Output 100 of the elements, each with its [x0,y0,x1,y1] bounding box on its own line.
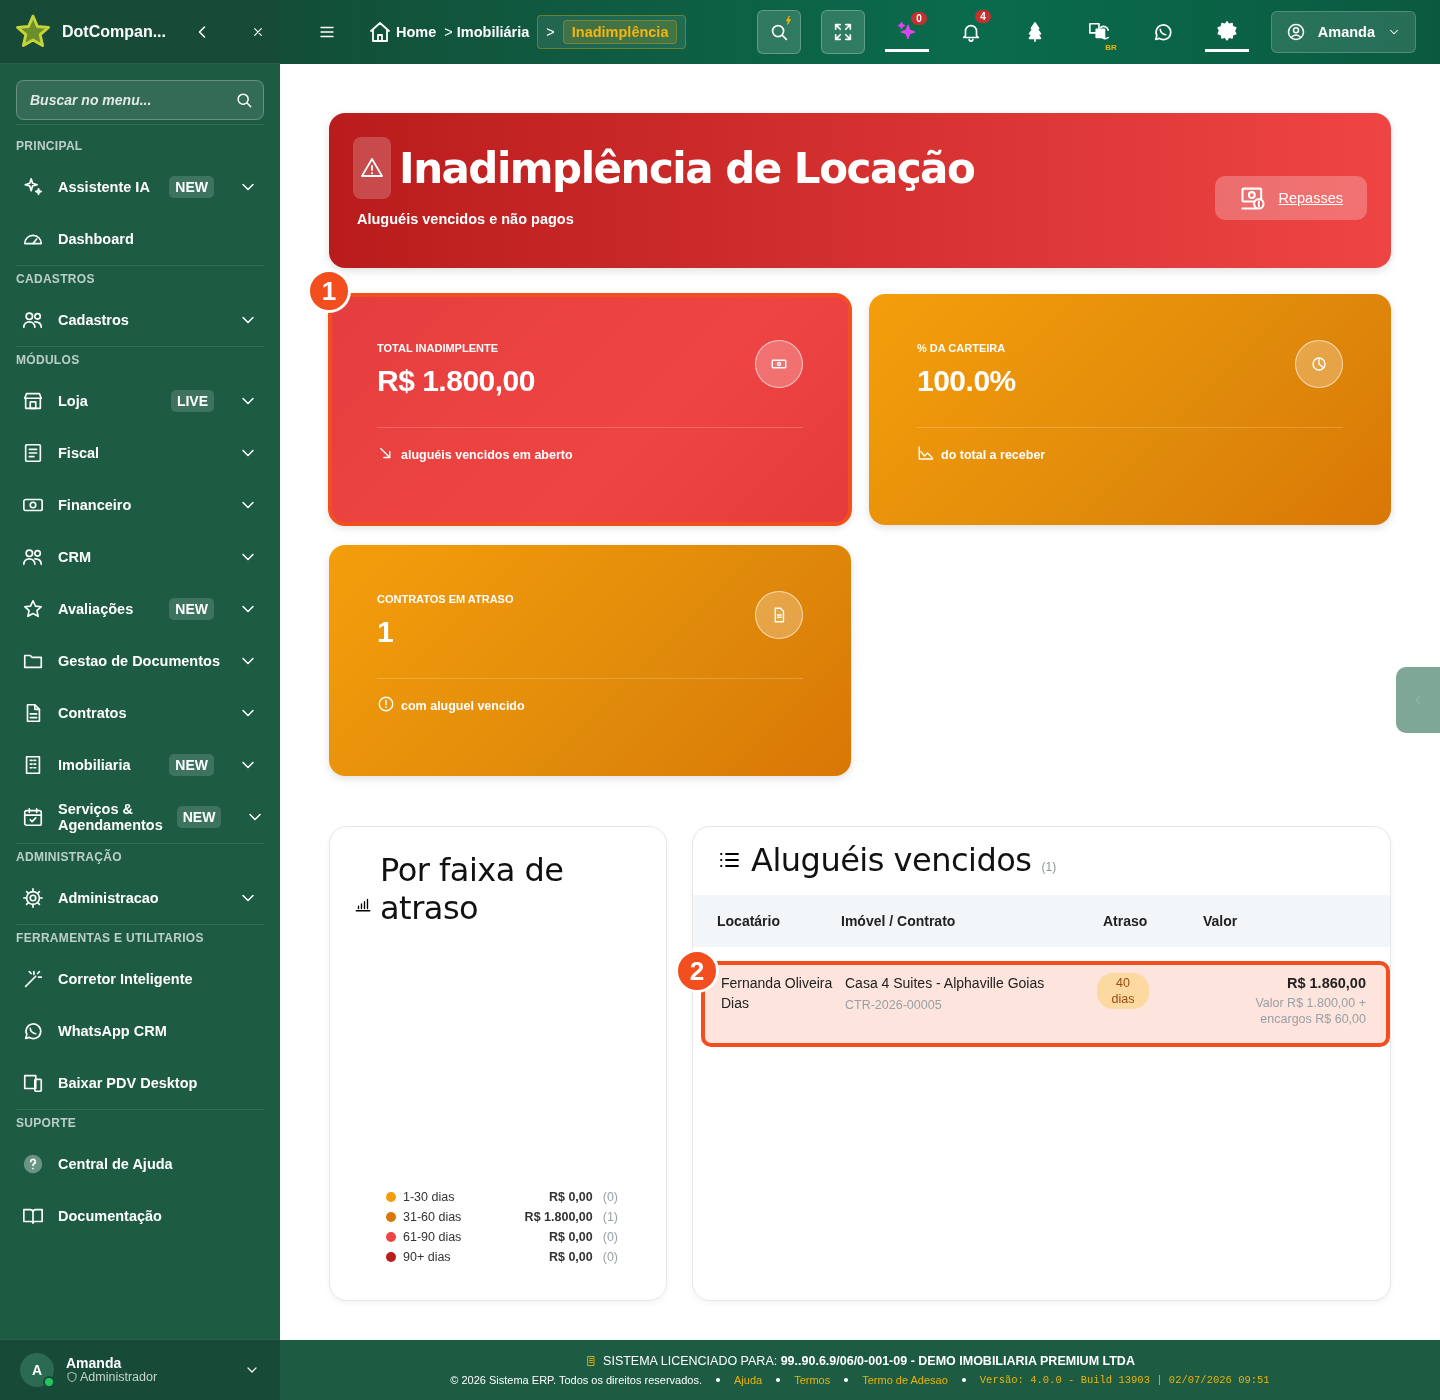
total-amount: R$ 1.860,00 [1287,974,1366,993]
stat-value: R$ 1.800,00 [377,364,535,398]
section-heading: SUPORTE [16,1116,78,1130]
menu-badge: NEW [169,598,214,620]
menu-badge: NEW [169,754,214,776]
store-icon [22,390,44,412]
legend-label: 31-60 dias [403,1210,463,1224]
menu-item[interactable]: Contratos [16,687,264,739]
stat-value: 1 [377,615,394,649]
menu-item[interactable]: Fiscal [16,427,264,479]
count-badge: 4 [975,10,991,23]
user-avatar: A [20,1353,54,1387]
copyright-text: © 2026 Sistema ERP. Todos os direitos reservados. [450,1374,702,1386]
user-panel[interactable]: A Amanda Administrador [0,1339,280,1400]
pie-chart-icon [1310,355,1328,373]
side-panel-toggle[interactable] [1396,667,1440,733]
warning-icon [353,137,391,199]
search-icon [234,90,254,110]
item-count: (1) [1041,860,1057,874]
legend-value: R$ 0,00 [548,1250,593,1264]
user-name: Amanda [66,1356,123,1370]
legend-count: (0) [602,1230,618,1244]
footer-link[interactable]: Termo de Adesao [862,1374,948,1386]
stat-label: CONTRATOS EM ATRASO [377,593,514,605]
breadcrumb-link[interactable]: > Inadimplência [537,15,687,49]
building-icon [585,1355,598,1367]
shield-icon [66,1371,78,1383]
menu-item[interactable]: Serviços & Agendamentos NEW [16,791,264,843]
language-code: BR [1105,43,1117,52]
legend-count: (0) [602,1190,618,1204]
user-circle-icon [1285,22,1306,42]
menu-item[interactable]: Avaliações NEW [16,583,264,635]
stat-label: TOTAL INADIMPLENTE [377,342,499,354]
legend-count: (1) [602,1210,618,1224]
delay-badge: 40 dias [1097,973,1149,1009]
column-header: Atraso [1103,913,1149,929]
menu-item[interactable]: Documentação [16,1190,264,1242]
section-heading: MÓDULOS [16,353,81,367]
menu-item[interactable]: Imobiliaria NEW [16,739,264,791]
section-heading: CADASTROS [16,272,96,286]
menu-item[interactable]: Cadastros [16,294,264,346]
legend-value: R$ 0,00 [548,1190,593,1204]
toolbar-button[interactable]: BR [1076,10,1121,54]
column-header: Valor [1203,913,1239,929]
users-icon [22,309,44,331]
legend-count: (0) [602,1250,618,1264]
user-menu-button[interactable]: Amanda [1270,11,1416,53]
legend-label: 90+ dias [403,1250,452,1264]
legend-value: R$ 0,00 [548,1230,593,1244]
brand-name: DotCompan... [62,22,167,41]
menu-item[interactable]: Financeiro [16,479,264,531]
stat-value: 100.0% [917,364,1016,398]
info-icon [377,695,395,713]
license-text: SISTEMA LICENCIADO PARA: 99..90.6.9/06/0-001-09 - DEMO IMOBILIARIA PREMIUM LTDA [603,1354,1135,1368]
footer-link[interactable]: Termos [794,1374,831,1386]
whatsapp-icon [22,1020,44,1042]
line-chart-icon [917,444,935,462]
online-status-icon [43,1376,55,1388]
star-icon [22,598,44,620]
toolbar-button[interactable]: 0 [884,12,929,52]
panel-title: Por faixa de atraso [380,851,565,927]
toolbar-button[interactable] [820,10,865,54]
menu-item[interactable]: Baixar PDV Desktop [16,1057,264,1109]
column-header: Imóvel / Contrato [841,913,957,929]
users-icon [22,546,44,568]
contract-code: CTR-2026-00005 [845,997,943,1014]
footer-link[interactable]: Ajuda [734,1374,763,1386]
toolbar-button[interactable]: 4 [948,10,993,54]
section-heading: FERRAMENTAS E UTILITARIOS [16,931,205,945]
stat-note: com aluguel vencido [401,699,525,713]
legend-label: 1-30 dias [403,1190,456,1204]
menu-item[interactable]: Central de Ajuda [16,1138,264,1190]
devices-icon [22,1072,44,1094]
menu-item[interactable]: WhatsApp CRM [16,1005,264,1057]
breadcrumb-link[interactable]: > Imobiliária [444,20,530,44]
breadcrumb-link[interactable]: Home [368,16,437,48]
calendar-check-icon [22,806,44,828]
stat-label: % DA CARTEIRA [917,342,1007,354]
column-header: Locatário [717,913,781,929]
menu-item[interactable]: Corretor Inteligente [16,953,264,1005]
version-text: Versão: 4.0.0 - Build 13903 | 02/07/2026 09:51 [979,1374,1270,1386]
gear-icon [22,887,44,909]
sparkle-icon [895,19,918,42]
menu-item[interactable]: Administracao [16,872,264,924]
menu-item[interactable]: CRM [16,531,264,583]
menu-item[interactable]: Loja LIVE [16,375,264,427]
toolbar-button[interactable] [756,10,801,54]
receipt-icon [22,442,44,464]
tenant-name: Fernanda Oliveira Dias [721,974,833,1013]
menu-item[interactable]: Dashboard [16,213,264,265]
legend-label: 61-90 dias [403,1230,463,1244]
stat-note: do total a receber [941,448,1046,462]
menu-badge: NEW [169,176,214,198]
sparkle-icon [22,176,44,198]
count-badge: 0 [911,12,927,25]
section-heading: PRINCIPAL [16,139,84,153]
help-icon [22,1153,44,1175]
menu-item[interactable]: Gestao de Documentos [16,635,264,687]
amount-breakdown: Valor R$ 1.800,00 + encargos R$ 60,00 [1254,995,1366,1027]
menu-item[interactable]: Assistente IA NEW [16,161,264,213]
